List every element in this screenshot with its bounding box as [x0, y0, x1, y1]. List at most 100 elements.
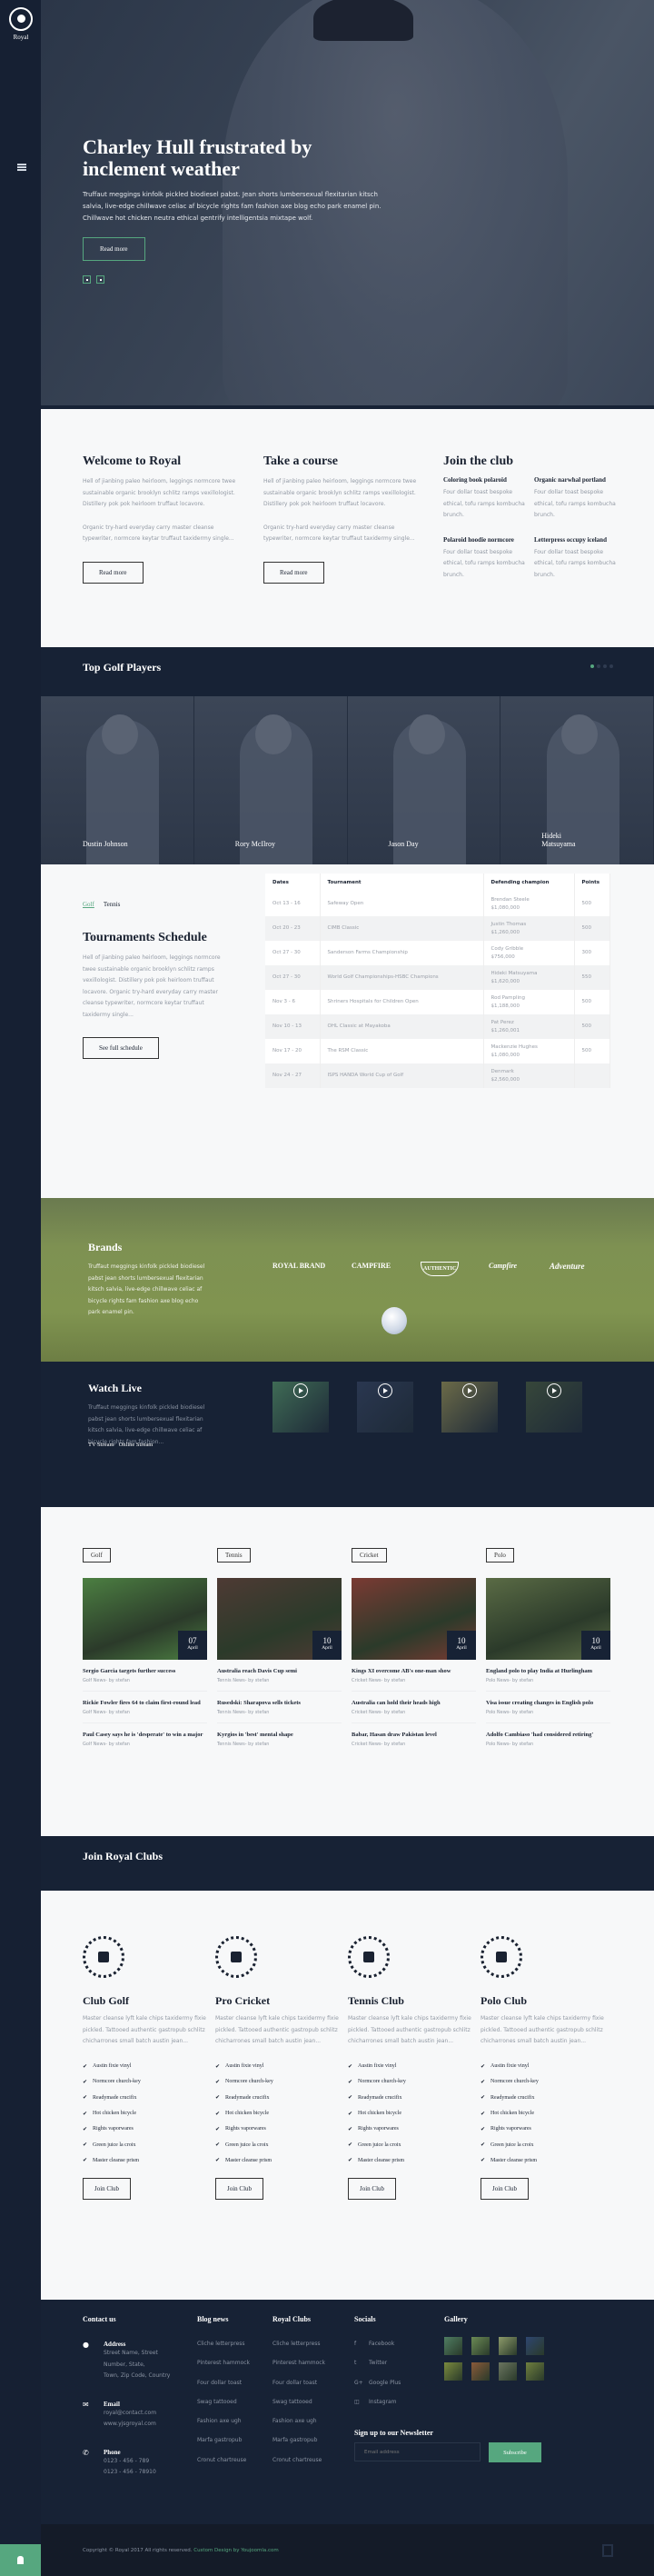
carousel-dot[interactable] [609, 664, 613, 668]
carousel-dot[interactable] [603, 664, 607, 668]
social-link[interactable]: f Facebook [354, 2341, 401, 2360]
join-club-button[interactable]: Join Club [348, 2177, 397, 2200]
player-card[interactable]: Jason Day [347, 696, 501, 864]
footer-blog-link[interactable]: Marfa gastropub [197, 2437, 250, 2456]
tournament-cell[interactable]: World Golf Championships-HSBC Champions [320, 965, 484, 990]
footer-blog-link[interactable]: Pinterest hammock [197, 2360, 250, 2379]
news-image[interactable]: 10 April [352, 1578, 476, 1660]
tournament-cell[interactable]: Sanderson Farms Championship [320, 941, 484, 965]
tournament-cell[interactable]: OHL Classic at Mayakoba [320, 1014, 484, 1039]
online-stream-link[interactable]: Online Stream [119, 1442, 154, 1448]
chevron-left-icon[interactable] [83, 275, 91, 284]
footer-blog-link[interactable]: Cliche letterpress [197, 2341, 250, 2360]
gallery-thumbnail[interactable] [444, 2337, 462, 2355]
news-title[interactable]: Paul Casey says he is 'desperate' to win… [83, 1732, 207, 1739]
join-club-button[interactable]: Join Club [83, 2177, 132, 2200]
video-thumbnail[interactable] [272, 1382, 329, 1433]
news-title[interactable]: Rusedski: Sharapova sells tickets [217, 1700, 342, 1707]
gallery-thumbnail[interactable] [471, 2337, 490, 2355]
play-icon[interactable] [547, 1383, 561, 1398]
play-icon[interactable] [462, 1383, 477, 1398]
see-full-schedule-button[interactable]: See full schedule [83, 1037, 159, 1059]
back-to-top-icon[interactable] [602, 2544, 613, 2557]
brand-logo[interactable]: Adventure [550, 1262, 585, 1271]
brand-logo[interactable]: AUTHENTIC [421, 1262, 460, 1276]
gallery-thumbnail[interactable] [499, 2362, 517, 2381]
carousel-dot[interactable] [590, 664, 594, 668]
footer-clubs-link[interactable]: Cronut chartreuse [272, 2457, 325, 2476]
news-title[interactable]: England polo to play India at Hurlingham [486, 1668, 610, 1675]
club-item-title[interactable]: Coloring book polaroid [443, 476, 534, 484]
footer-blog-link[interactable]: Swag tattooed [197, 2399, 250, 2418]
brand-logo[interactable]: CAMPFIRE [352, 1262, 391, 1270]
email-input[interactable] [354, 2442, 481, 2461]
news-title[interactable]: Sergio Garcia targets further success [83, 1668, 207, 1675]
gallery-thumbnail[interactable] [499, 2337, 517, 2355]
phone-number[interactable]: 0123 - 456 - 78910 [104, 2467, 156, 2479]
footer-clubs-link[interactable]: Pinterest hammock [272, 2360, 325, 2379]
footer-clubs-link[interactable]: Cliche letterpress [272, 2341, 325, 2360]
gallery-thumbnail[interactable] [471, 2362, 490, 2381]
gallery-thumbnail[interactable] [444, 2362, 462, 2381]
news-title[interactable]: Kyrgios in 'best' mental shape [217, 1732, 342, 1739]
brand-logo[interactable]: ROYAL BRAND [272, 1262, 325, 1270]
news-title[interactable]: Rickie Fowler fires 64 to claim first-ro… [83, 1700, 207, 1707]
website-link[interactable]: www.yjsgroyal.com [104, 2419, 156, 2431]
social-link[interactable]: t Twitter [354, 2360, 401, 2379]
social-link[interactable]: G+ Google Plus [354, 2380, 401, 2399]
chevron-right-icon[interactable] [96, 275, 104, 284]
tournament-cell[interactable]: Shriners Hospitals for Children Open [320, 990, 484, 1014]
news-category-tag[interactable]: Tennis [217, 1548, 251, 1563]
footer-clubs-link[interactable]: Swag tattooed [272, 2399, 325, 2418]
news-title[interactable]: Australia can hold their heads high [352, 1700, 476, 1707]
news-category-tag[interactable]: Golf [83, 1548, 111, 1563]
footer-clubs-link[interactable]: Marfa gastropub [272, 2437, 325, 2456]
join-club-button[interactable]: Join Club [215, 2177, 264, 2200]
phone-number[interactable]: 0123 - 456 - 789 [104, 2456, 156, 2468]
carousel-dot[interactable] [597, 664, 600, 668]
footer-blog-link[interactable]: Four dollar toast [197, 2380, 250, 2399]
tournament-cell[interactable]: ISPS HANDA World Cup of Golf [320, 1063, 484, 1088]
news-title[interactable]: Kings XI overcome AB's one-man show [352, 1668, 476, 1675]
join-club-button[interactable]: Join Club [481, 2177, 530, 2200]
club-item-title[interactable]: Letterpress occupy iceland [534, 536, 625, 544]
play-icon[interactable] [293, 1383, 308, 1398]
news-title[interactable]: Visa issue creating changes in English p… [486, 1700, 610, 1707]
brand-logo[interactable]: Campfire [489, 1262, 517, 1270]
club-item-title[interactable]: Polaroid hoodie normcore [443, 536, 534, 544]
subscribe-button[interactable]: Subscribe [489, 2442, 541, 2462]
welcome-read-more-button[interactable]: Read more [83, 561, 144, 584]
logo[interactable]: Royal [7, 7, 35, 41]
user-button[interactable] [0, 2544, 41, 2576]
news-title[interactable]: Australia reach Davis Cup semi [217, 1668, 342, 1675]
news-title[interactable]: Babar, Hasan draw Pakistan level [352, 1732, 476, 1739]
email-link[interactable]: royal@contact.com [104, 2408, 156, 2420]
news-category-tag[interactable]: Cricket [352, 1548, 387, 1563]
player-card[interactable]: Dustin Johnson [41, 696, 194, 864]
club-item-title[interactable]: Organic narwhal portland [534, 476, 625, 484]
gallery-thumbnail[interactable] [526, 2362, 544, 2381]
video-thumbnail[interactable] [441, 1382, 498, 1433]
video-thumbnail[interactable] [357, 1382, 413, 1433]
hero-read-more-button[interactable]: Read more [83, 237, 145, 261]
tournament-cell[interactable]: Safeway Open [320, 892, 484, 916]
news-image[interactable]: 07 April [83, 1578, 207, 1660]
play-icon[interactable] [378, 1383, 392, 1398]
news-image[interactable]: 10 April [486, 1578, 610, 1660]
tournament-cell[interactable]: CIMB Classic [320, 916, 484, 941]
tournament-cell[interactable]: The RSM Classic [320, 1039, 484, 1063]
hamburger-icon[interactable] [17, 164, 26, 171]
social-link[interactable]: ◫ Instagram [354, 2399, 401, 2418]
footer-blog-link[interactable]: Cronut chartreuse [197, 2457, 250, 2476]
footer-clubs-link[interactable]: Four dollar toast [272, 2380, 325, 2399]
player-card[interactable]: Rory McIlroy [193, 696, 348, 864]
credit-link[interactable]: Custom Design by Youjoomla.com [193, 2548, 279, 2553]
tv-stream-link[interactable]: TV Stream [88, 1442, 114, 1448]
tab-tennis[interactable]: Tennis [104, 901, 121, 908]
course-read-more-button[interactable]: Read more [263, 561, 324, 584]
player-card[interactable]: Hideki Matsuyama [500, 696, 654, 864]
tab-golf[interactable]: Golf [83, 901, 94, 908]
video-thumbnail[interactable] [526, 1382, 582, 1433]
footer-blog-link[interactable]: Fashion axe ugh [197, 2418, 250, 2437]
news-category-tag[interactable]: Polo [486, 1548, 514, 1563]
